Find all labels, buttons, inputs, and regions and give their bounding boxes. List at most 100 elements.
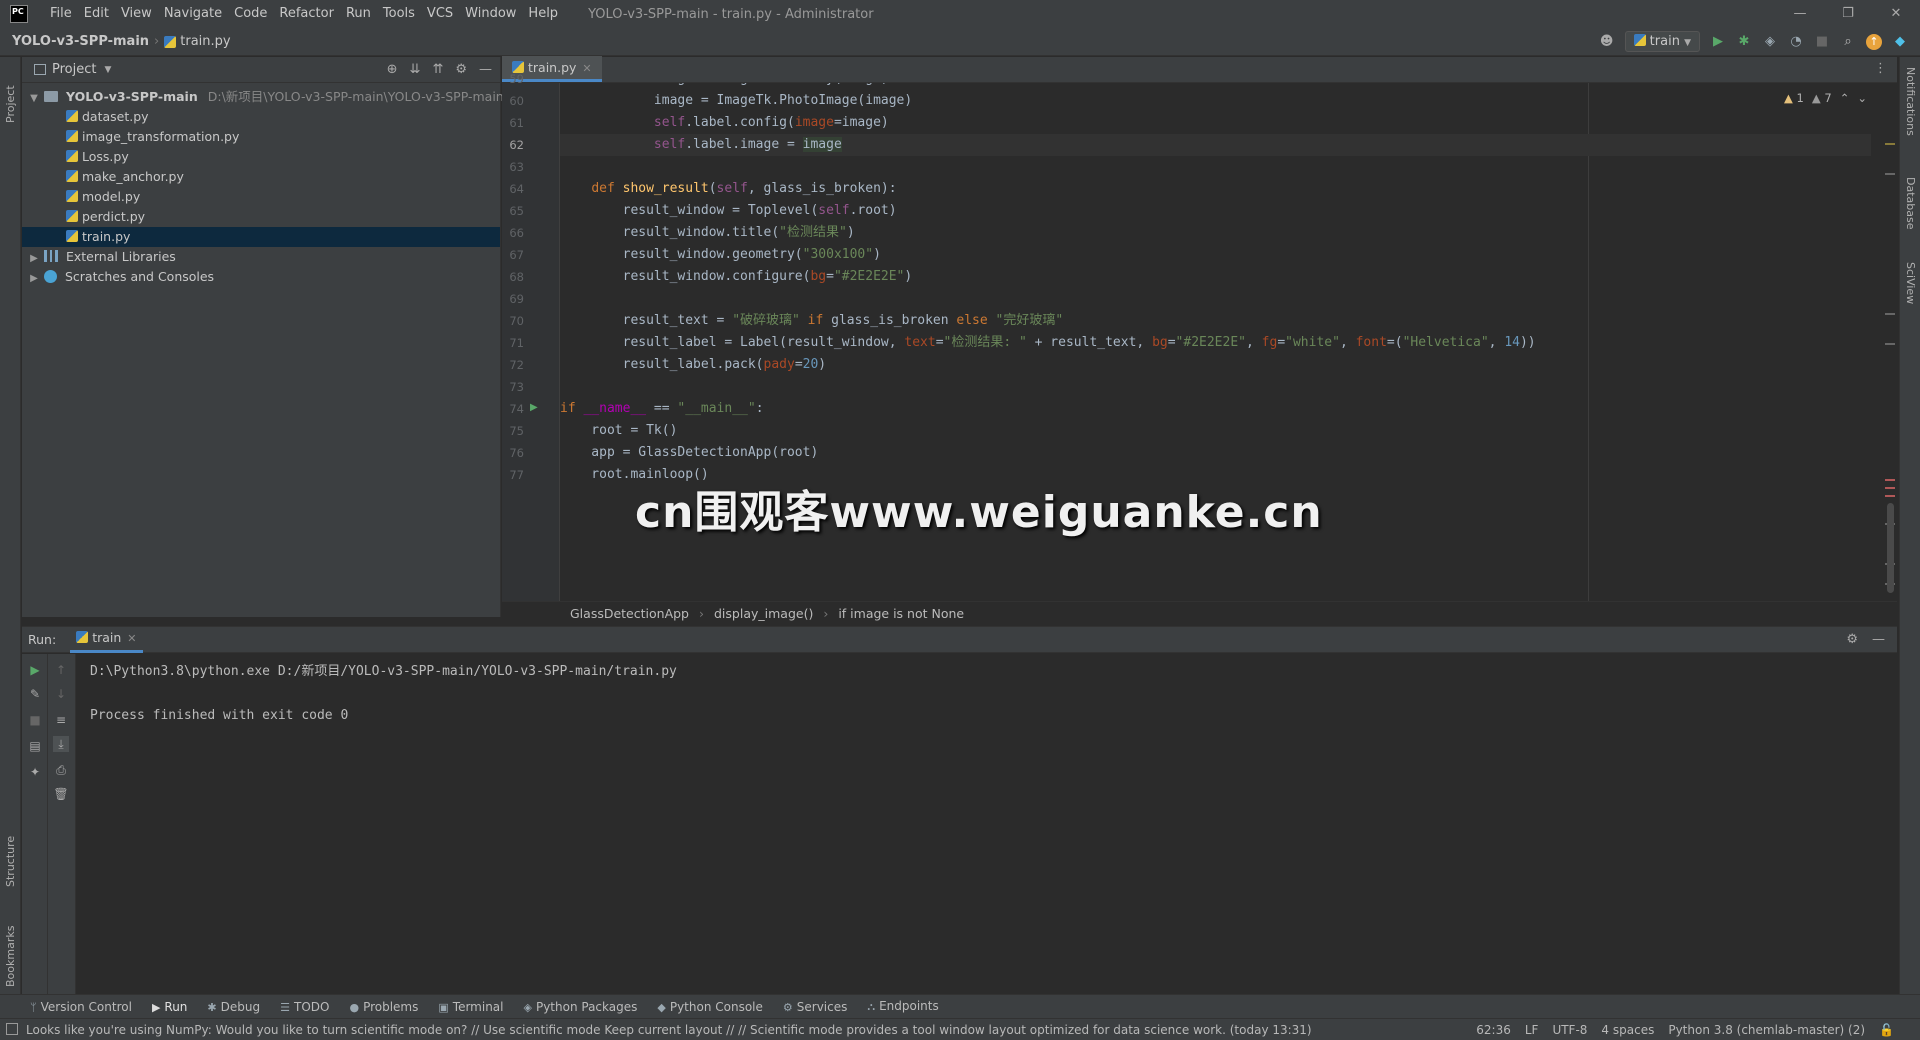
- breadcrumb-block[interactable]: if image is not None: [838, 606, 964, 621]
- nav-file-crumb[interactable]: train.py: [180, 34, 230, 49]
- tool-tab-terminal[interactable]: ▣ Terminal: [438, 1000, 503, 1014]
- project-tool-tab[interactable]: Project: [4, 63, 17, 123]
- project-header: Project ▼ ⊕ ⇊ ⇈ ⚙ —: [22, 57, 500, 83]
- run-console-output[interactable]: D:\Python3.8\python.exe D:/新项目/YOLO-v3-S…: [90, 661, 677, 727]
- tool-tab-debug[interactable]: ✱ Debug: [207, 1000, 260, 1014]
- menu-file[interactable]: File: [44, 0, 78, 28]
- close-window-button[interactable]: ✕: [1872, 0, 1920, 28]
- menu-run[interactable]: Run: [340, 0, 377, 28]
- more-options-icon[interactable]: ⋮: [1874, 61, 1887, 76]
- print-icon[interactable]: ⎙: [53, 762, 69, 778]
- tool-tab-todo[interactable]: ☰ TODO: [280, 1000, 329, 1014]
- expand-all-icon[interactable]: ⇊: [410, 62, 421, 77]
- tool-tab-endpoints[interactable]: ⛬ Endpoints: [867, 999, 938, 1014]
- chevron-down-icon[interactable]: ⌄: [1857, 91, 1867, 105]
- trash-icon[interactable]: 🗑: [53, 786, 69, 802]
- run-icon[interactable]: ▶: [1710, 34, 1726, 50]
- project-view-title[interactable]: Project: [52, 62, 96, 77]
- tool-tab-python-packages[interactable]: ◈ Python Packages: [524, 1000, 638, 1014]
- run-window-label: Run:: [28, 632, 57, 647]
- chevron-down-icon[interactable]: ▼: [28, 89, 40, 109]
- profile-icon[interactable]: ◔: [1788, 34, 1804, 50]
- arrow-down-icon[interactable]: ↓: [53, 686, 69, 702]
- chevron-right-icon[interactable]: ▶: [28, 269, 40, 289]
- stop-icon[interactable]: ■: [27, 712, 43, 728]
- menu-vcs[interactable]: VCS: [421, 0, 459, 28]
- tree-file-make-anchor[interactable]: make_anchor.py: [22, 167, 500, 187]
- menu-edit[interactable]: Edit: [78, 0, 115, 28]
- database-tool-tab[interactable]: Database: [1904, 177, 1917, 230]
- pin-icon[interactable]: ✦: [27, 764, 43, 780]
- tool-tab-services[interactable]: ⚙ Services: [783, 1000, 847, 1014]
- scroll-to-end-icon[interactable]: ⤓: [53, 736, 69, 752]
- hide-icon[interactable]: —: [1872, 632, 1885, 647]
- gear-icon[interactable]: ⚙: [455, 62, 467, 77]
- sciview-tool-tab[interactable]: SciView: [1904, 262, 1917, 304]
- line-separator[interactable]: LF: [1525, 1019, 1539, 1040]
- restore-button[interactable]: ❐: [1824, 0, 1872, 28]
- editor-scrollbar[interactable]: [1883, 83, 1897, 601]
- tree-file-perdict[interactable]: perdict.py: [22, 207, 500, 227]
- inspection-widget[interactable]: ▲ 1 ▲ 7 ⌃ ⌄: [1784, 91, 1867, 105]
- menu-navigate[interactable]: Navigate: [158, 0, 228, 28]
- coverage-icon[interactable]: ◈: [1762, 34, 1778, 50]
- locate-file-icon[interactable]: ⊕: [387, 62, 398, 77]
- menu-tools[interactable]: Tools: [377, 0, 421, 28]
- menu-help[interactable]: Help: [522, 0, 564, 28]
- stop-icon[interactable]: ■: [1814, 34, 1830, 50]
- chevron-up-icon[interactable]: ⌃: [1840, 91, 1850, 105]
- tree-file-loss[interactable]: Loss.py: [22, 147, 500, 167]
- breadcrumb-method[interactable]: display_image(): [714, 606, 813, 621]
- rerun-icon[interactable]: ▶: [27, 662, 43, 678]
- python-interpreter[interactable]: Python 3.8 (chemlab-master) (2): [1668, 1019, 1865, 1040]
- arrow-up-icon[interactable]: ↑: [53, 662, 69, 678]
- code-line: def show_result(self, glass_is_broken):: [591, 181, 897, 196]
- tree-file-train[interactable]: train.py: [22, 227, 500, 247]
- notifications-tool-tab[interactable]: Notifications: [1904, 67, 1917, 136]
- tree-root-folder[interactable]: ▼ YOLO-v3-SPP-main D:\新项目\YOLO-v3-SPP-ma…: [22, 87, 504, 109]
- tool-tab-run[interactable]: ▶ Run: [152, 1000, 187, 1014]
- file-encoding[interactable]: UTF-8: [1552, 1019, 1587, 1040]
- nav-project-crumb[interactable]: YOLO-v3-SPP-main: [12, 34, 149, 49]
- chevron-down-icon[interactable]: ▼: [104, 65, 111, 75]
- lock-icon[interactable]: 🔓: [1879, 1019, 1894, 1040]
- status-toggle-icon[interactable]: [6, 1023, 18, 1035]
- tree-scratches[interactable]: ▶ Scratches and Consoles: [22, 267, 500, 287]
- minimize-button[interactable]: —: [1776, 0, 1824, 28]
- structure-tool-tab[interactable]: Structure: [4, 817, 17, 887]
- breadcrumb-class[interactable]: GlassDetectionApp: [570, 606, 689, 621]
- tool-tab-problems[interactable]: ● Problems: [349, 1000, 418, 1014]
- wrench-icon[interactable]: ✎: [27, 686, 43, 702]
- tool-tab-python-console[interactable]: ◆ Python Console: [657, 1000, 763, 1014]
- user-icon[interactable]: ☻: [1599, 34, 1615, 50]
- status-message[interactable]: Looks like you're using NumPy: Would you…: [26, 1023, 1312, 1037]
- layout-icon[interactable]: ▤: [27, 738, 43, 754]
- menu-view[interactable]: View: [115, 0, 158, 28]
- tree-external-libraries[interactable]: ▶ External Libraries: [22, 247, 500, 267]
- close-tab-icon[interactable]: ✕: [582, 62, 591, 75]
- menu-code[interactable]: Code: [228, 0, 273, 28]
- chevron-right-icon[interactable]: ▶: [28, 249, 40, 269]
- hide-icon[interactable]: —: [479, 62, 492, 77]
- run-tab-train[interactable]: train ✕: [70, 627, 143, 653]
- jetbrains-icon[interactable]: ◆: [1892, 34, 1908, 50]
- search-icon[interactable]: ⌕: [1840, 34, 1856, 50]
- soft-wrap-icon[interactable]: ≡: [53, 712, 69, 728]
- menu-refactor[interactable]: Refactor: [273, 0, 340, 28]
- update-icon[interactable]: ↑: [1866, 33, 1882, 50]
- gear-icon[interactable]: ⚙: [1846, 632, 1858, 647]
- tree-file-dataset[interactable]: dataset.py: [22, 107, 500, 127]
- scroll-thumb[interactable]: [1887, 503, 1894, 593]
- close-tab-icon[interactable]: ✕: [127, 632, 136, 645]
- indent-setting[interactable]: 4 spaces: [1601, 1019, 1654, 1040]
- tool-tab-version-control[interactable]: ᛘ Version Control: [30, 1000, 132, 1014]
- collapse-all-icon[interactable]: ⇈: [432, 62, 443, 77]
- run-gutter-icon[interactable]: ▶: [530, 402, 538, 413]
- debug-icon[interactable]: ✱: [1736, 34, 1752, 50]
- tree-file-image-transformation[interactable]: image_transformation.py: [22, 127, 500, 147]
- tree-file-model[interactable]: model.py: [22, 187, 500, 207]
- bookmarks-tool-tab[interactable]: Bookmarks: [4, 907, 17, 987]
- menu-window[interactable]: Window: [459, 0, 522, 28]
- run-configuration-select[interactable]: train ▼: [1624, 31, 1700, 52]
- caret-position[interactable]: 62:36: [1476, 1019, 1511, 1040]
